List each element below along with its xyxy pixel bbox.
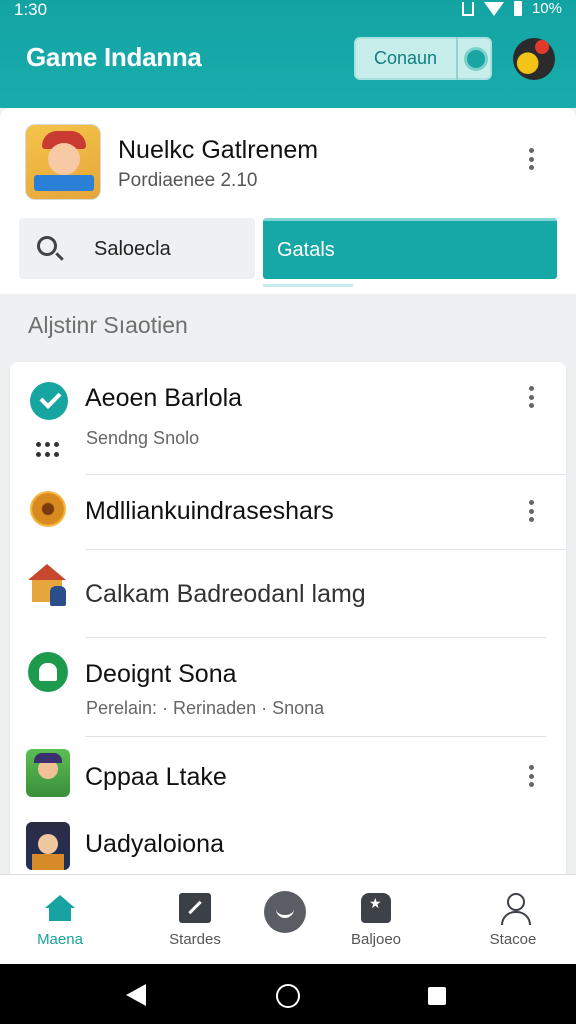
featured-game-name: Nuelkc Gatlrenem: [118, 136, 319, 164]
game-list: Aeoen Barlola Sendng Snolo Mdlliankuindr…: [10, 362, 566, 882]
list-item-title: Cppaa Ltake: [85, 763, 227, 791]
connect-status-icon: [464, 46, 488, 71]
house-game-icon: [26, 562, 68, 606]
connect-button[interactable]: Conaun: [354, 37, 492, 80]
check-circle-icon: [30, 382, 68, 420]
nav-label: Stacoe: [489, 931, 537, 948]
list-item-subtitle: Sendng Snolo: [86, 428, 200, 448]
more-options-icon[interactable]: [528, 386, 534, 408]
list-item[interactable]: Uadyaloiona: [10, 810, 566, 882]
coin-icon: [30, 491, 66, 527]
bottom-navigation: Maena Stardes Baljoeo Stacoe: [0, 874, 576, 964]
app-title: Game Indanna: [26, 42, 202, 72]
section-title: Aljstinr Sıaotien: [28, 312, 188, 338]
nav-item-stacoe[interactable]: Stacoe: [468, 875, 558, 965]
list-item-title: Deoignt Sona: [85, 660, 237, 688]
status-icons: 10%: [461, 0, 562, 17]
app-header: 1:30 10% Game Indanna Conaun: [0, 0, 576, 108]
tab-games-label: Gatals: [277, 239, 335, 261]
featured-more-icon[interactable]: [528, 148, 534, 170]
battery-icon: [513, 1, 522, 16]
back-icon[interactable]: [126, 984, 146, 1006]
thumbnail-banner: [34, 175, 94, 191]
featured-game-thumbnail[interactable]: [25, 124, 101, 200]
tab-games[interactable]: Gatals: [263, 218, 557, 279]
system-navigation-bar: [0, 964, 576, 1024]
nav-label: Maena: [37, 931, 83, 948]
thumbnail-face: [48, 143, 80, 175]
smile-icon[interactable]: [264, 891, 306, 933]
nav-label: Stardes: [169, 931, 221, 948]
avatar[interactable]: [513, 38, 555, 80]
nav-item-baljoeo[interactable]: Baljoeo: [331, 875, 421, 965]
nav-item-stardes[interactable]: Stardes: [150, 875, 240, 965]
connect-separator: [456, 37, 458, 80]
status-time: 1:30: [14, 0, 48, 19]
search-button[interactable]: Saloecla: [19, 218, 255, 279]
badge-icon: [361, 893, 391, 923]
list-item[interactable]: Aeoen Barlola Sendng Snolo: [10, 362, 566, 475]
status-bar: 1:30 10%: [0, 0, 576, 22]
featured-game-subtitle: Pordiaenee 2.10: [118, 170, 258, 191]
notification-dot-icon: [535, 40, 549, 54]
character-icon: [26, 749, 70, 797]
search-label: Saloecla: [94, 238, 171, 260]
battery-text: 10%: [531, 0, 562, 17]
nav-item-home[interactable]: Maena: [15, 875, 105, 965]
list-item-subtitle: Perelain: · Rerinaden · Snona: [86, 698, 325, 718]
grid-dots-icon: [36, 442, 60, 458]
character-icon: [26, 822, 70, 870]
home-icon: [45, 895, 75, 921]
connect-button-label: Conaun: [374, 48, 438, 68]
featured-game-card: Nuelkc Gatlrenem Pordiaenee 2.10 Saloecl…: [0, 108, 576, 294]
list-item-title: Aeoen Barlola: [85, 384, 243, 412]
list-item[interactable]: Cppaa Ltake: [10, 737, 566, 809]
more-options-icon[interactable]: [528, 500, 534, 522]
home-circle-icon[interactable]: [276, 984, 300, 1008]
recent-apps-icon[interactable]: [428, 987, 446, 1005]
green-badge-icon: [28, 652, 68, 692]
wifi-icon: [483, 1, 504, 16]
list-item-title: Calkam Badreodanl lamg: [85, 580, 366, 608]
list-item[interactable]: Mdlliankuindraseshars: [10, 475, 566, 550]
search-icon: [37, 236, 57, 256]
tab-indicator: [263, 284, 353, 287]
tools-icon: [179, 893, 211, 923]
list-item[interactable]: Calkam Badreodanl lamg: [10, 550, 566, 638]
list-item-title: Uadyaloiona: [85, 830, 224, 858]
signal-icon: [461, 1, 474, 16]
more-options-icon[interactable]: [528, 765, 534, 787]
person-icon: [501, 893, 531, 925]
nav-label: Baljoeo: [350, 931, 402, 948]
list-item-title: Mdlliankuindraseshars: [85, 497, 334, 525]
list-item[interactable]: Deoignt Sona Perelain: · Rerinaden · Sno…: [10, 638, 566, 737]
